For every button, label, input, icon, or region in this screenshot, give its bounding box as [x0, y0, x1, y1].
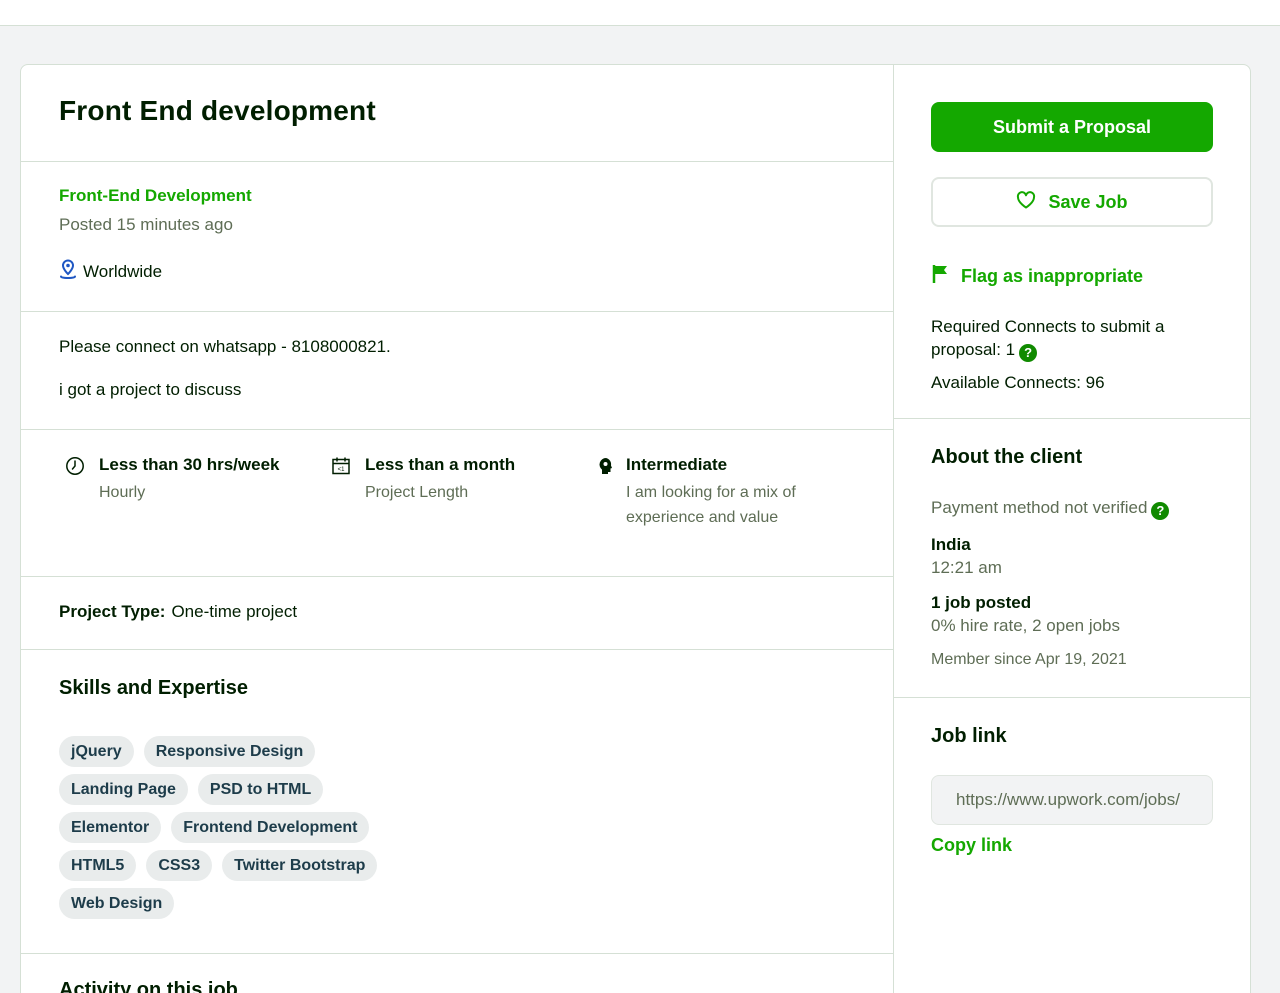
job-details-card: Front End development Front-End Developm…	[20, 64, 1251, 993]
help-icon[interactable]: ?	[1019, 344, 1038, 362]
job-link-heading: Job link	[931, 725, 1007, 747]
feature-heading: Less than 30 hrs/week	[99, 455, 280, 474]
project-type-label: Project Type:	[59, 602, 166, 621]
feature-sub: I am looking for a mix of experience and…	[626, 484, 796, 526]
job-actions: Submit a Proposal Save Job Flag as inapp…	[894, 65, 1250, 419]
client-hire-rate: 0% hire rate, 2 open jobs	[931, 616, 1121, 635]
flag-icon	[931, 264, 949, 289]
description-paragraph: Please connect on whatsapp - 8108000821.	[59, 337, 391, 356]
project-type: Project Type: One-time project	[21, 577, 893, 650]
job-description: Please connect on whatsapp - 8108000821.…	[21, 312, 893, 430]
feature-experience: Intermediate I am looking for a mix of e…	[590, 455, 830, 576]
required-connects: Required Connects to submit a proposal: …	[931, 315, 1213, 362]
save-job-button[interactable]: Save Job	[931, 177, 1213, 227]
activity-heading: Activity on this job	[59, 979, 238, 993]
submit-proposal-button[interactable]: Submit a Proposal	[931, 102, 1213, 152]
flag-label: Flag as inappropriate	[961, 266, 1144, 286]
job-link-section: Job link Copy link	[894, 698, 1250, 856]
job-sidebar: Submit a Proposal Save Job Flag as inapp…	[894, 65, 1250, 993]
skill-chip[interactable]: PSD to HTML	[197, 774, 324, 805]
client-member-since: Member since Apr 19, 2021	[931, 651, 1127, 668]
location-pin-icon	[59, 259, 77, 284]
skill-chip[interactable]: Frontend Development	[171, 812, 370, 843]
client-country: India	[931, 535, 971, 554]
skill-chip[interactable]: Landing Page	[59, 774, 188, 805]
client-local-time: 12:21 am	[931, 558, 1002, 577]
skills-list: jQuery Responsive Design Landing Page PS…	[59, 736, 419, 919]
job-meta-section: Front-End Development Posted 15 minutes …	[21, 162, 893, 312]
posted-time: Posted 15 minutes ago	[59, 215, 233, 234]
activity-section: Activity on this job	[21, 954, 893, 993]
job-features: Less than 30 hrs/week Hourly <1 Less tha…	[21, 430, 893, 577]
skill-chip[interactable]: CSS3	[146, 850, 213, 881]
help-icon[interactable]: ?	[1151, 502, 1170, 520]
about-client-heading: About the client	[931, 446, 1083, 468]
feature-workload: Less than 30 hrs/week Hourly	[59, 455, 325, 576]
project-type-value: One-time project	[171, 602, 298, 621]
payment-status-text: Payment method not verified	[931, 498, 1148, 517]
feature-sub: Project Length	[365, 484, 469, 501]
job-link-input[interactable]	[931, 775, 1213, 825]
top-bar	[0, 0, 1280, 26]
skills-heading: Skills and Expertise	[59, 677, 248, 699]
location: Worldwide	[59, 259, 855, 284]
skill-chip[interactable]: Web Design	[59, 888, 175, 919]
payment-status: Payment method not verified?	[931, 498, 1213, 520]
available-connects: Available Connects: 96	[931, 373, 1105, 392]
clock-icon	[65, 455, 89, 576]
skill-chip[interactable]: Responsive Design	[143, 736, 316, 767]
job-main-column: Front End development Front-End Developm…	[21, 65, 894, 993]
flag-inappropriate-link[interactable]: Flag as inappropriate	[931, 264, 1213, 289]
about-client: About the client Payment method not veri…	[894, 419, 1250, 698]
copy-link[interactable]: Copy link	[931, 835, 1012, 856]
skills-section: Skills and Expertise jQuery Responsive D…	[21, 650, 893, 954]
feature-heading: Intermediate	[626, 455, 728, 474]
skill-chip[interactable]: jQuery	[59, 736, 134, 767]
client-jobs-posted: 1 job posted	[931, 593, 1032, 612]
description-paragraph: i got a project to discuss	[59, 380, 242, 399]
job-title: Front End development	[59, 95, 376, 126]
category-link[interactable]: Front-End Development	[59, 186, 252, 206]
save-job-label: Save Job	[1048, 191, 1128, 212]
required-connects-text: Required Connects to submit a proposal: …	[931, 317, 1165, 359]
job-title-section: Front End development	[21, 65, 893, 162]
feature-duration: <1 Less than a month Project Length	[325, 455, 590, 576]
calendar-icon: <1	[331, 455, 355, 576]
svg-text:<1: <1	[338, 467, 346, 473]
heart-icon	[1016, 190, 1036, 214]
skill-chip[interactable]: HTML5	[59, 850, 137, 881]
expertise-icon	[596, 455, 616, 576]
skill-chip[interactable]: Elementor	[59, 812, 162, 843]
feature-heading: Less than a month	[365, 455, 516, 474]
location-label: Worldwide	[83, 261, 163, 281]
skill-chip[interactable]: Twitter Bootstrap	[222, 850, 378, 881]
feature-sub: Hourly	[99, 484, 146, 501]
